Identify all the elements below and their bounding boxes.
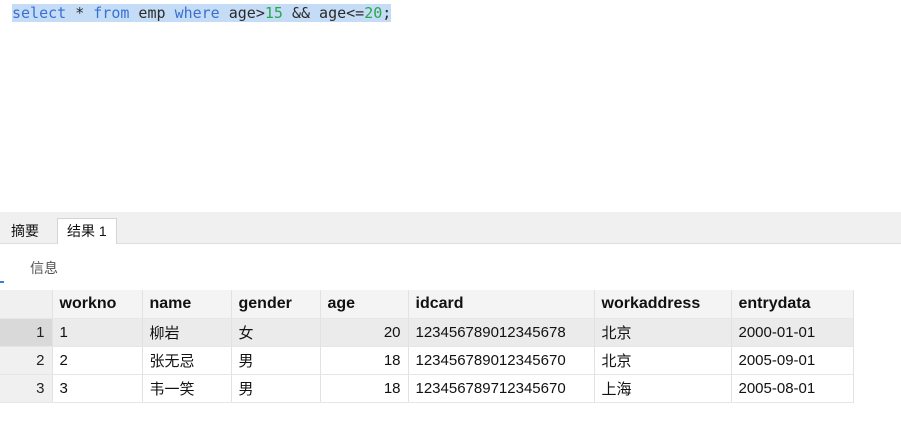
column-header-age[interactable]: age: [320, 290, 409, 319]
table-row[interactable]: 2 2 张无忌 男 18 123456789012345670 北京 2005-…: [0, 346, 854, 375]
condition-token-1: age>: [219, 4, 265, 22]
info-accent-mark: [0, 281, 4, 283]
cell-idcard[interactable]: 123456789712345670: [408, 374, 595, 403]
cell-name[interactable]: 张无忌: [142, 346, 232, 375]
cell-workno[interactable]: 3: [52, 374, 143, 403]
tab-result-1[interactable]: 结果 1: [57, 218, 117, 244]
column-header-workaddress[interactable]: workaddress: [594, 290, 732, 319]
result-grid[interactable]: workno name gender age idcard workaddres…: [0, 290, 854, 403]
cell-gender[interactable]: 女: [231, 318, 321, 347]
column-header-idcard[interactable]: idcard: [408, 290, 595, 319]
cell-age[interactable]: 20: [320, 318, 409, 347]
condition-token-2: && age<=: [282, 4, 365, 22]
cell-workaddress[interactable]: 北京: [594, 318, 732, 347]
sql-editor[interactable]: select * from emp where age>15 && age<=2…: [0, 0, 901, 212]
info-tab[interactable]: 信息: [30, 258, 58, 278]
keyword-where: where: [174, 4, 220, 22]
row-number[interactable]: 2: [0, 346, 53, 375]
cell-workno[interactable]: 2: [52, 346, 143, 375]
keyword-from: from: [93, 4, 130, 22]
column-header-workno[interactable]: workno: [52, 290, 143, 319]
cell-workno[interactable]: 1: [52, 318, 143, 347]
sql-query-line[interactable]: select * from emp where age>15 && age<=2…: [12, 2, 392, 24]
cell-entrydata[interactable]: 2000-01-01: [731, 318, 854, 347]
grid-header-row: workno name gender age idcard workaddres…: [0, 290, 854, 319]
info-panel: 信息: [0, 244, 901, 289]
column-header-entrydata[interactable]: entrydata: [731, 290, 854, 319]
cell-entrydata[interactable]: 2005-08-01: [731, 374, 854, 403]
semicolon-token: ;: [382, 4, 392, 22]
row-number-header[interactable]: [0, 290, 53, 319]
number-token-1: 15: [264, 4, 283, 22]
column-header-gender[interactable]: gender: [231, 290, 321, 319]
table-row[interactable]: 1 1 柳岩 女 20 123456789012345678 北京 2000-0…: [0, 318, 854, 347]
cell-workaddress[interactable]: 北京: [594, 346, 732, 375]
keyword-select: select: [12, 4, 67, 22]
star-token: *: [66, 4, 94, 22]
cell-name[interactable]: 柳岩: [142, 318, 232, 347]
table-token: emp: [129, 4, 175, 22]
cell-workaddress[interactable]: 上海: [594, 374, 732, 403]
cell-entrydata[interactable]: 2005-09-01: [731, 346, 854, 375]
cell-idcard[interactable]: 123456789012345678: [408, 318, 595, 347]
table-row[interactable]: 3 3 韦一笑 男 18 123456789712345670 上海 2005-…: [0, 374, 854, 403]
row-number[interactable]: 1: [0, 318, 53, 347]
cell-gender[interactable]: 男: [231, 374, 321, 403]
tab-summary[interactable]: 摘要: [2, 221, 48, 243]
cell-idcard[interactable]: 123456789012345670: [408, 346, 595, 375]
column-header-name[interactable]: name: [142, 290, 232, 319]
cell-age[interactable]: 18: [320, 346, 409, 375]
sql-selection: select * from emp where age>15 && age<=2…: [12, 4, 392, 22]
cell-name[interactable]: 韦一笑: [142, 374, 232, 403]
row-number[interactable]: 3: [0, 374, 53, 403]
cell-gender[interactable]: 男: [231, 346, 321, 375]
result-tab-bar: 摘要 结果 1: [0, 212, 901, 244]
cell-age[interactable]: 18: [320, 374, 409, 403]
number-token-2: 20: [364, 4, 383, 22]
